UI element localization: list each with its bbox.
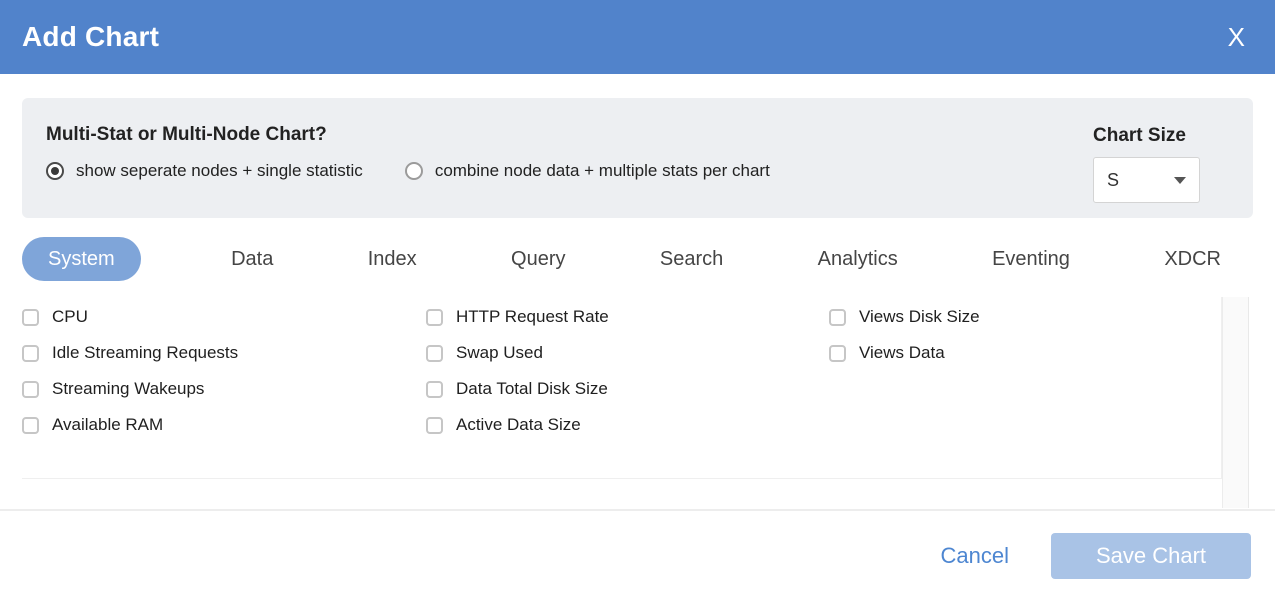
stat-label: Views Data (859, 343, 945, 363)
tab-system[interactable]: System (22, 237, 141, 281)
close-icon[interactable]: X (1228, 24, 1245, 50)
radio-option-combine-nodes[interactable]: combine node data + multiple stats per c… (405, 161, 770, 181)
dialog-footer: Cancel Save Chart (0, 533, 1251, 579)
checkbox-icon[interactable] (426, 417, 443, 434)
service-tab-bar: System Data Index Query Search Analytics Event… (22, 237, 1225, 281)
tab-xdcr[interactable]: XDCR (1160, 248, 1225, 271)
checkbox-icon[interactable] (22, 381, 39, 398)
radio-group: show seperate nodes + single statistic c… (46, 161, 1229, 181)
stat-checkbox-item[interactable]: HTTP Request Rate (426, 299, 829, 335)
footer-divider (0, 509, 1275, 511)
stat-label: Active Data Size (456, 415, 581, 435)
checkbox-icon[interactable] (426, 309, 443, 326)
checkbox-icon[interactable] (22, 309, 39, 326)
stat-checkbox-item[interactable]: CPU (22, 299, 426, 335)
tab-analytics[interactable]: Analytics (814, 248, 902, 271)
stat-label: CPU (52, 307, 88, 327)
radio-unselected-icon[interactable] (405, 162, 423, 180)
stat-checkbox-item[interactable]: Swap Used (426, 335, 829, 371)
chart-size-control: Chart Size S (1093, 125, 1200, 203)
tab-data[interactable]: Data (227, 248, 277, 271)
tab-index[interactable]: Index (364, 248, 421, 271)
stat-label: Available RAM (52, 415, 163, 435)
caret-down-icon (1174, 177, 1186, 184)
vertical-scrollbar[interactable] (1222, 297, 1249, 508)
stat-label: Streaming Wakeups (52, 379, 204, 399)
checkbox-icon[interactable] (22, 345, 39, 362)
tab-query[interactable]: Query (507, 248, 569, 271)
stats-column: CPU Idle Streaming Requests Streaming Wake… (22, 299, 426, 443)
chart-size-select[interactable]: S (1093, 157, 1200, 203)
stat-checkbox-item[interactable]: Active Data Size (426, 407, 829, 443)
stat-checkbox-item[interactable]: Views Disk Size (829, 299, 1221, 335)
stat-checkbox-item[interactable]: Streaming Wakeups (22, 371, 426, 407)
stat-checkbox-item[interactable]: Data Total Disk Size (426, 371, 829, 407)
chart-size-label: Chart Size (1093, 125, 1200, 147)
stat-checkbox-item[interactable]: Available RAM (22, 407, 426, 443)
stat-checkbox-item[interactable]: Views Data (829, 335, 1221, 371)
stat-label: Views Disk Size (859, 307, 980, 327)
cancel-button[interactable]: Cancel (941, 543, 1009, 569)
radio-option-label: show seperate nodes + single statistic (76, 161, 363, 181)
checkbox-icon[interactable] (829, 345, 846, 362)
stat-label: Idle Streaming Requests (52, 343, 238, 363)
stats-checkbox-list: CPU Idle Streaming Requests Streaming Wake… (22, 297, 1222, 479)
radio-option-label: combine node data + multiple stats per c… (435, 161, 770, 181)
checkbox-icon[interactable] (829, 309, 846, 326)
checkbox-icon[interactable] (426, 381, 443, 398)
dialog-header: Add Chart X (0, 0, 1275, 74)
dialog-title: Add Chart (22, 21, 159, 53)
stats-column: HTTP Request Rate Swap Used Data Total Dis… (426, 299, 829, 443)
stat-label: Data Total Disk Size (456, 379, 608, 399)
tab-search[interactable]: Search (656, 248, 727, 271)
stat-label: Swap Used (456, 343, 543, 363)
chart-size-value: S (1107, 170, 1119, 191)
add-chart-dialog: Add Chart X Multi-Stat or Multi-Node Cha… (0, 0, 1275, 600)
stat-checkbox-item[interactable]: Idle Streaming Requests (22, 335, 426, 371)
stats-column: Views Disk Size Views Data (829, 299, 1221, 443)
stat-label: HTTP Request Rate (456, 307, 609, 327)
multi-stat-options-panel: Multi-Stat or Multi-Node Chart? show sep… (22, 98, 1253, 218)
checkbox-icon[interactable] (22, 417, 39, 434)
tab-eventing[interactable]: Eventing (988, 248, 1074, 271)
multi-stat-question: Multi-Stat or Multi-Node Chart? (46, 124, 1229, 146)
radio-selected-icon[interactable] (46, 162, 64, 180)
radio-option-separate-nodes[interactable]: show seperate nodes + single statistic (46, 161, 363, 181)
checkbox-icon[interactable] (426, 345, 443, 362)
save-chart-button[interactable]: Save Chart (1051, 533, 1251, 579)
